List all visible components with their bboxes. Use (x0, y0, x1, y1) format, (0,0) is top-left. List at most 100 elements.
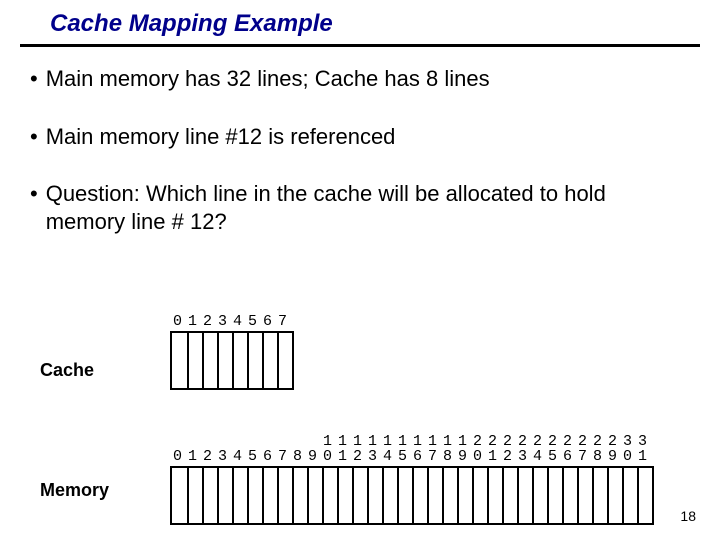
index-digit: 4 (530, 449, 545, 464)
bullet-dot: • (30, 180, 38, 235)
index-digit: 2 (590, 434, 605, 449)
index-digit: 6 (560, 449, 575, 464)
index-digit (275, 434, 290, 449)
memory-cell (517, 468, 532, 523)
index-digit: 2 (500, 434, 515, 449)
index-digit: 3 (215, 314, 230, 329)
index-digit (245, 434, 260, 449)
index-digit: 8 (440, 449, 455, 464)
memory-cell (577, 468, 592, 523)
memory-cell (307, 468, 322, 523)
memory-cell (622, 468, 637, 523)
index-digit: 2 (485, 434, 500, 449)
index-digit: 0 (170, 449, 185, 464)
memory-cell (187, 468, 202, 523)
index-digit: 3 (215, 449, 230, 464)
index-digit: 9 (605, 449, 620, 464)
cache-diagram: 01234567 (170, 314, 294, 390)
index-digit (260, 434, 275, 449)
memory-cell (592, 468, 607, 523)
memory-cells (170, 466, 654, 525)
index-digit: 2 (350, 449, 365, 464)
cache-cell (202, 333, 217, 388)
index-digit: 3 (620, 434, 635, 449)
index-digit (170, 434, 185, 449)
cache-cell (217, 333, 232, 388)
cache-cells (170, 331, 294, 390)
index-digit: 1 (335, 449, 350, 464)
index-digit: 5 (245, 314, 260, 329)
memory-cell (202, 468, 217, 523)
memory-cell (607, 468, 622, 523)
index-digit: 2 (200, 449, 215, 464)
cache-index-row: 01234567 (170, 314, 294, 329)
memory-cell (277, 468, 292, 523)
memory-cell (547, 468, 562, 523)
index-digit: 0 (620, 449, 635, 464)
cache-cell (232, 333, 247, 388)
index-digit: 2 (605, 434, 620, 449)
index-digit: 0 (470, 449, 485, 464)
memory-cell (532, 468, 547, 523)
page-number: 18 (680, 508, 696, 524)
memory-cell (427, 468, 442, 523)
index-digit: 1 (350, 434, 365, 449)
index-digit: 7 (275, 314, 290, 329)
bullet-item: • Main memory line #12 is referenced (30, 123, 690, 151)
index-digit: 1 (485, 449, 500, 464)
memory-cell (232, 468, 247, 523)
index-digit (230, 434, 245, 449)
index-digit (215, 434, 230, 449)
index-digit: 6 (410, 449, 425, 464)
index-digit: 1 (185, 314, 200, 329)
cache-cell (172, 333, 187, 388)
index-digit: 4 (380, 449, 395, 464)
bullet-text: Main memory has 32 lines; Cache has 8 li… (46, 65, 490, 93)
cache-cell (262, 333, 277, 388)
index-digit: 7 (425, 449, 440, 464)
index-digit: 3 (635, 434, 650, 449)
index-digit: 1 (455, 434, 470, 449)
index-digit: 3 (365, 449, 380, 464)
index-digit (200, 434, 215, 449)
bullet-text: Question: Which line in the cache will b… (46, 180, 690, 235)
memory-cell (412, 468, 427, 523)
index-digit: 1 (380, 434, 395, 449)
bullet-dot: • (30, 123, 38, 151)
memory-cell (397, 468, 412, 523)
index-digit: 2 (545, 434, 560, 449)
index-digit: 8 (290, 449, 305, 464)
memory-cell (502, 468, 517, 523)
memory-cell (442, 468, 457, 523)
bullet-list: • Main memory has 32 lines; Cache has 8 … (0, 65, 720, 235)
memory-cell (562, 468, 577, 523)
index-digit (185, 434, 200, 449)
index-digit: 6 (260, 314, 275, 329)
memory-cell (247, 468, 262, 523)
index-digit: 1 (395, 434, 410, 449)
bullet-item: • Main memory has 32 lines; Cache has 8 … (30, 65, 690, 93)
memory-cell (487, 468, 502, 523)
cache-cell (187, 333, 202, 388)
index-digit: 1 (410, 434, 425, 449)
index-digit: 1 (335, 434, 350, 449)
index-digit: 7 (575, 449, 590, 464)
memory-cell (322, 468, 337, 523)
index-digit: 5 (245, 449, 260, 464)
index-digit: 1 (365, 434, 380, 449)
index-digit (305, 434, 320, 449)
memory-cell (217, 468, 232, 523)
index-digit: 6 (260, 449, 275, 464)
index-digit (290, 434, 305, 449)
bullet-item: • Question: Which line in the cache will… (30, 180, 690, 235)
slide-title: Cache Mapping Example (20, 10, 700, 47)
memory-cell (337, 468, 352, 523)
index-digit: 1 (320, 434, 335, 449)
slide: Cache Mapping Example • Main memory has … (0, 0, 720, 540)
cache-cell (247, 333, 262, 388)
memory-index-row-bottom: 01234567890123456789012345678901 (170, 449, 654, 464)
index-digit: 2 (560, 434, 575, 449)
index-digit: 2 (200, 314, 215, 329)
memory-cell (367, 468, 382, 523)
cache-label: Cache (40, 360, 94, 381)
